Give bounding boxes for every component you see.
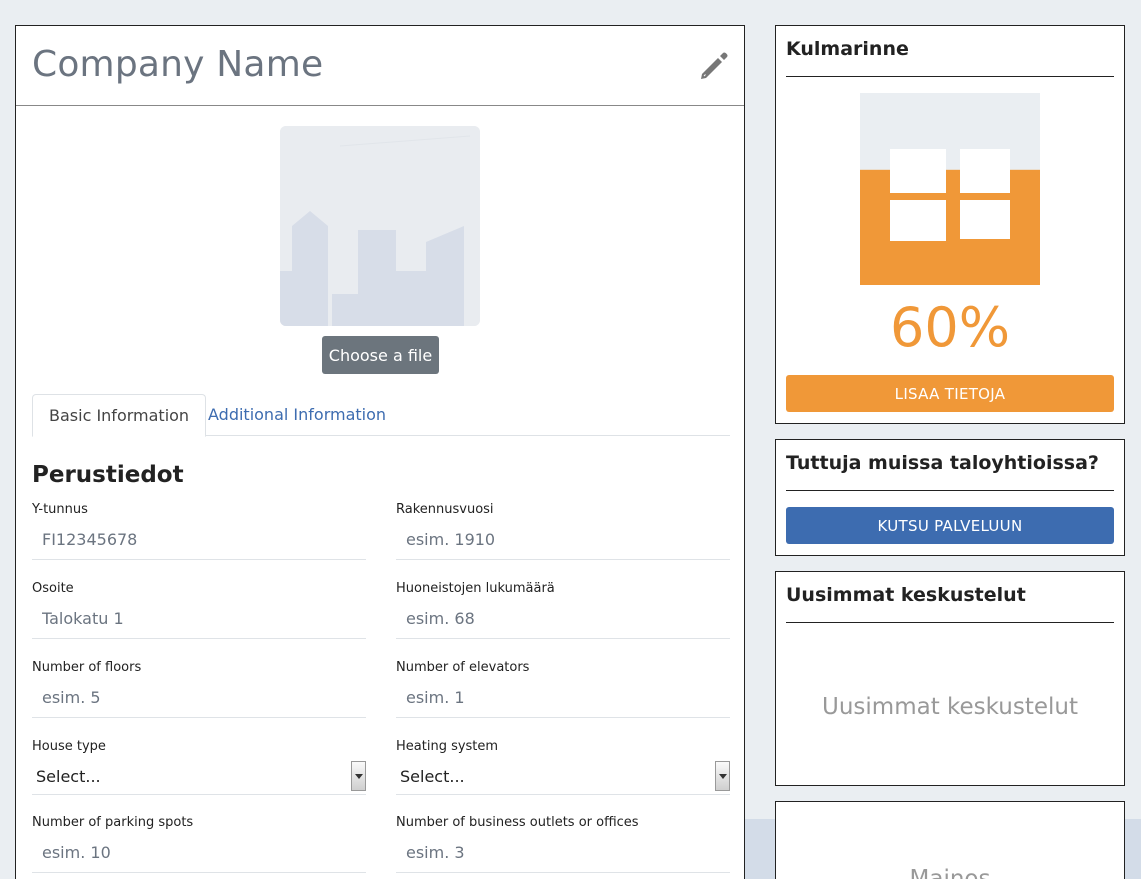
company-image-placeholder <box>280 126 480 326</box>
divider <box>786 76 1114 77</box>
ad-card: Mainos <box>775 801 1125 879</box>
floors-field: Number of floors <box>32 660 366 718</box>
huoneistot-field: Huoneistojen lukumäärä <box>396 581 730 639</box>
parking-field: Number of parking spots <box>32 815 366 873</box>
elevators-input[interactable] <box>396 678 730 718</box>
huoneistot-input[interactable] <box>396 599 730 639</box>
divider <box>786 490 1114 491</box>
heating-label: Heating system <box>396 739 499 754</box>
company-name: Company Name <box>32 44 324 85</box>
invite-title: Tuttuja muissa taloyhtioissa? <box>786 452 1099 474</box>
heating-field: Heating system Select... <box>396 739 730 795</box>
business-label: Number of business outlets or offices <box>396 815 639 830</box>
elevators-field: Number of elevators <box>396 660 730 718</box>
rakennusvuosi-label: Rakennusvuosi <box>396 502 494 517</box>
ad-placeholder: Mainos <box>909 866 991 879</box>
invite-card: Tuttuja muissa taloyhtioissa? KUTSU PALV… <box>775 439 1125 556</box>
rakennusvuosi-field: Rakennusvuosi <box>396 502 730 560</box>
pencil-icon[interactable] <box>698 50 730 82</box>
building-progress-icon <box>860 93 1040 285</box>
kulmarinne-title: Kulmarinne <box>786 38 909 60</box>
floors-input[interactable] <box>32 678 366 718</box>
y-tunnus-field: Y-tunnus <box>32 502 366 560</box>
osoite-field: Osoite <box>32 581 366 639</box>
heating-select[interactable]: Select... <box>396 759 730 795</box>
y-tunnus-input[interactable] <box>32 520 366 560</box>
business-input[interactable] <box>396 833 730 873</box>
chevron-down-icon[interactable] <box>351 761 366 791</box>
card-header: Company Name <box>16 26 744 106</box>
choose-file-button[interactable]: Choose a file <box>322 336 439 374</box>
heating-value: Select... <box>400 767 465 786</box>
tab-basic-information[interactable]: Basic Information <box>32 394 207 437</box>
discussions-placeholder: Uusimmat keskustelut <box>822 694 1078 720</box>
floors-label: Number of floors <box>32 660 142 675</box>
discussions-title: Uusimmat keskustelut <box>786 584 1026 606</box>
tab-bar: Basic Information Additional Information <box>32 394 730 437</box>
business-field: Number of business outlets or offices <box>396 815 730 873</box>
osoite-label: Osoite <box>32 581 74 596</box>
huoneistot-label: Huoneistojen lukumäärä <box>396 581 555 596</box>
elevators-label: Number of elevators <box>396 660 530 675</box>
parking-label: Number of parking spots <box>32 815 194 830</box>
section-title: Perustiedot <box>32 462 184 488</box>
house-type-field: House type Select... <box>32 739 366 795</box>
kulmarinne-card: Kulmarinne 60% LISAA TIETOJA <box>775 25 1125 424</box>
osoite-input[interactable] <box>32 599 366 639</box>
lisaa-tietoja-button[interactable]: LISAA TIETOJA <box>786 375 1114 412</box>
y-tunnus-label: Y-tunnus <box>32 502 88 517</box>
company-card: Company Name Choose a file Basic Informa… <box>15 25 745 879</box>
kutsu-palveluun-button[interactable]: KUTSU PALVELUUN <box>786 507 1114 544</box>
parking-input[interactable] <box>32 833 366 873</box>
house-type-value: Select... <box>36 767 101 786</box>
rakennusvuosi-input[interactable] <box>396 520 730 560</box>
house-type-label: House type <box>32 739 106 754</box>
chevron-down-icon[interactable] <box>715 761 730 791</box>
divider <box>786 622 1114 623</box>
house-type-select[interactable]: Select... <box>32 759 366 795</box>
tab-additional-information[interactable]: Additional Information <box>192 394 402 436</box>
completion-percent: 60% <box>889 296 1011 359</box>
discussions-card: Uusimmat keskustelut Uusimmat keskustelu… <box>775 571 1125 786</box>
